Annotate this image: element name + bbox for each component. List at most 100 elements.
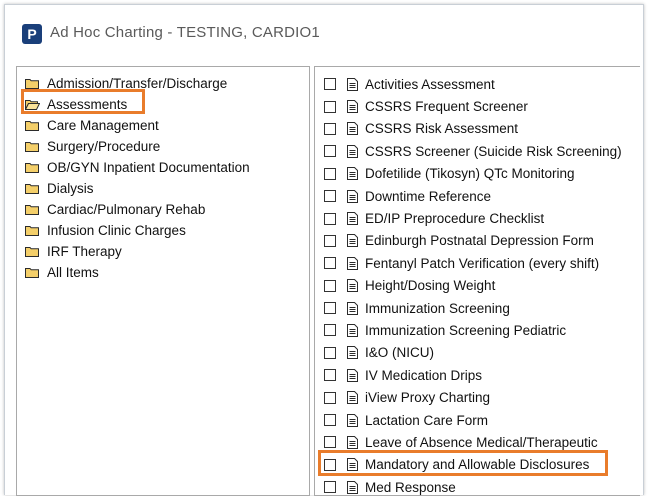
folder-icon <box>25 225 39 236</box>
document-item[interactable]: Lactation Care Form <box>324 409 622 431</box>
document-checkbox[interactable] <box>324 190 336 203</box>
folder-icon <box>25 204 39 215</box>
document-checkbox[interactable] <box>324 391 336 404</box>
folder-icon <box>25 120 39 131</box>
folder-item-label: IRF Therapy <box>47 244 122 259</box>
document-checkbox[interactable] <box>324 145 336 158</box>
document-item[interactable]: Fentanyl Patch Verification (every shift… <box>324 252 622 274</box>
document-checkbox[interactable] <box>324 436 336 449</box>
folder-icon <box>25 183 39 194</box>
document-checkbox[interactable] <box>324 212 336 225</box>
document-item[interactable]: Height/Dosing Weight <box>324 275 622 297</box>
document-icon <box>347 234 358 248</box>
document-item[interactable]: Activities Assessment <box>324 73 622 95</box>
document-item[interactable]: I&O (NICU) <box>324 342 622 364</box>
document-item[interactable]: Med Response <box>324 476 622 495</box>
document-icon <box>347 323 358 337</box>
document-item-label: Leave of Absence Medical/Therapeutic <box>365 434 598 450</box>
document-icon <box>347 346 358 360</box>
document-item-label: IV Medication Drips <box>365 367 483 383</box>
document-item-label: Immunization Screening Pediatric <box>365 322 567 338</box>
folder-pane: Admission/Transfer/Discharge Assessments C… <box>16 66 310 496</box>
document-item[interactable]: Immunization Screening Pediatric <box>324 319 622 341</box>
document-icon <box>347 368 358 382</box>
document-checkbox[interactable] <box>324 324 336 337</box>
document-item-label: Lactation Care Form <box>365 412 489 428</box>
app-icon: P <box>22 24 42 44</box>
document-item-label: Mandatory and Allowable Disclosures <box>365 457 590 473</box>
folder-item[interactable]: Surgery/Procedure <box>25 136 250 157</box>
folder-list: Admission/Transfer/Discharge Assessments C… <box>25 73 250 283</box>
document-item-label: Dofetilide (Tikosyn) QTc Monitoring <box>365 166 575 182</box>
document-icon <box>347 122 358 136</box>
document-item[interactable]: ED/IP Preprocedure Checklist <box>324 207 622 229</box>
document-icon <box>347 391 358 405</box>
document-item[interactable]: CSSRS Screener (Suicide Risk Screening) <box>324 140 622 162</box>
document-item[interactable]: Dofetilide (Tikosyn) QTc Monitoring <box>324 163 622 185</box>
folder-item[interactable]: Infusion Clinic Charges <box>25 220 250 241</box>
document-icon <box>347 301 358 315</box>
document-item-label: ED/IP Preprocedure Checklist <box>365 211 545 227</box>
document-item-label: Edinburgh Postnatal Depression Form <box>365 233 594 249</box>
folder-item[interactable]: Assessments <box>25 94 250 115</box>
document-item[interactable]: iView Proxy Charting <box>324 386 622 408</box>
folder-item-label: Cardiac/Pulmonary Rehab <box>47 202 206 217</box>
document-checkbox[interactable] <box>324 234 336 247</box>
folder-icon <box>25 246 39 257</box>
document-item-label: I&O (NICU) <box>365 345 434 361</box>
document-icon <box>347 189 358 203</box>
document-item[interactable]: Immunization Screening <box>324 297 622 319</box>
document-item[interactable]: IV Medication Drips <box>324 364 622 386</box>
window-title: Ad Hoc Charting - TESTING, CARDIO1 <box>50 24 320 41</box>
folder-item-label: Infusion Clinic Charges <box>47 223 186 238</box>
document-item-label: Height/Dosing Weight <box>365 278 496 294</box>
document-item-label: Activities Assessment <box>365 76 495 92</box>
document-checkbox[interactable] <box>324 414 336 427</box>
document-icon <box>347 100 358 114</box>
folder-item[interactable]: Care Management <box>25 115 250 136</box>
document-icon <box>347 167 358 181</box>
folder-item[interactable]: Dialysis <box>25 178 250 199</box>
document-icon <box>347 458 358 472</box>
document-icon <box>347 279 358 293</box>
document-item-label: Fentanyl Patch Verification (every shift… <box>365 255 600 271</box>
document-pane: Activities Assessment CSSRS Frequent Scre… <box>314 66 640 496</box>
document-list: Activities Assessment CSSRS Frequent Scre… <box>324 73 622 495</box>
document-item[interactable]: Mandatory and Allowable Disclosures <box>324 454 622 476</box>
folder-item[interactable]: IRF Therapy <box>25 241 250 262</box>
folder-item-label: Admission/Transfer/Discharge <box>47 76 228 91</box>
folder-icon <box>25 78 39 89</box>
document-checkbox[interactable] <box>324 100 336 113</box>
folder-item[interactable]: Admission/Transfer/Discharge <box>25 73 250 94</box>
document-icon <box>347 435 358 449</box>
document-item-label: Med Response <box>365 479 456 495</box>
folder-item[interactable]: OB/GYN Inpatient Documentation <box>25 157 250 178</box>
folder-icon <box>25 141 39 152</box>
document-checkbox[interactable] <box>324 279 336 292</box>
document-checkbox[interactable] <box>324 302 336 315</box>
document-item[interactable]: Edinburgh Postnatal Depression Form <box>324 230 622 252</box>
document-checkbox[interactable] <box>324 346 336 359</box>
folder-item[interactable]: All Items <box>25 262 250 283</box>
document-item[interactable]: Leave of Absence Medical/Therapeutic <box>324 431 622 453</box>
document-item-label: Downtime Reference <box>365 188 492 204</box>
document-item[interactable]: CSSRS Risk Assessment <box>324 118 622 140</box>
folder-icon <box>25 162 39 173</box>
folder-item[interactable]: Cardiac/Pulmonary Rehab <box>25 199 250 220</box>
document-checkbox[interactable] <box>324 167 336 180</box>
document-checkbox[interactable] <box>324 369 336 382</box>
document-icon <box>347 256 358 270</box>
folder-item-label: Care Management <box>47 118 159 133</box>
document-icon <box>347 77 358 91</box>
document-checkbox[interactable] <box>324 458 336 471</box>
document-checkbox[interactable] <box>324 122 336 135</box>
folder-item-label: Assessments <box>47 97 128 112</box>
document-item[interactable]: Downtime Reference <box>324 185 622 207</box>
document-checkbox[interactable] <box>324 78 336 91</box>
document-checkbox[interactable] <box>324 481 336 494</box>
document-item[interactable]: CSSRS Frequent Screener <box>324 95 622 117</box>
title-bar: P Ad Hoc Charting - TESTING, CARDIO1 <box>5 5 643 57</box>
folder-item-label: Surgery/Procedure <box>47 139 161 154</box>
document-item-label: iView Proxy Charting <box>365 390 491 406</box>
document-checkbox[interactable] <box>324 257 336 270</box>
